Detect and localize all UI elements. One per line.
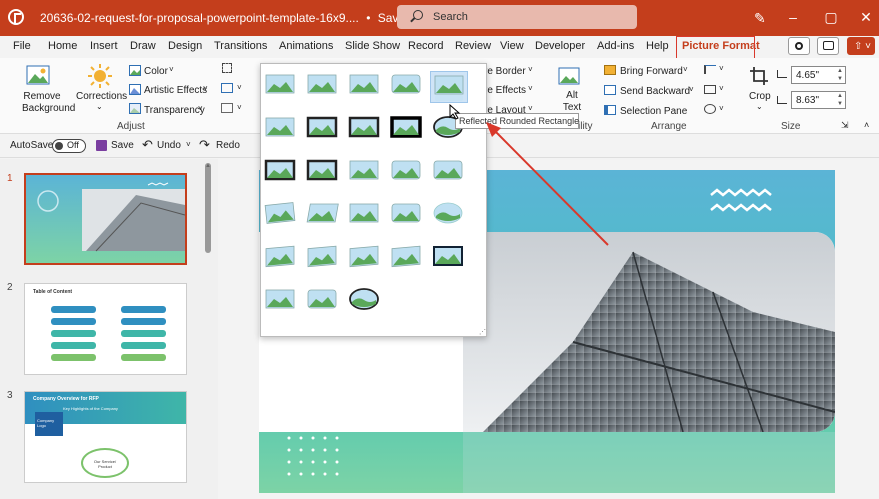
mouse-cursor-icon — [449, 104, 461, 120]
annotation-arrow — [486, 122, 609, 246]
